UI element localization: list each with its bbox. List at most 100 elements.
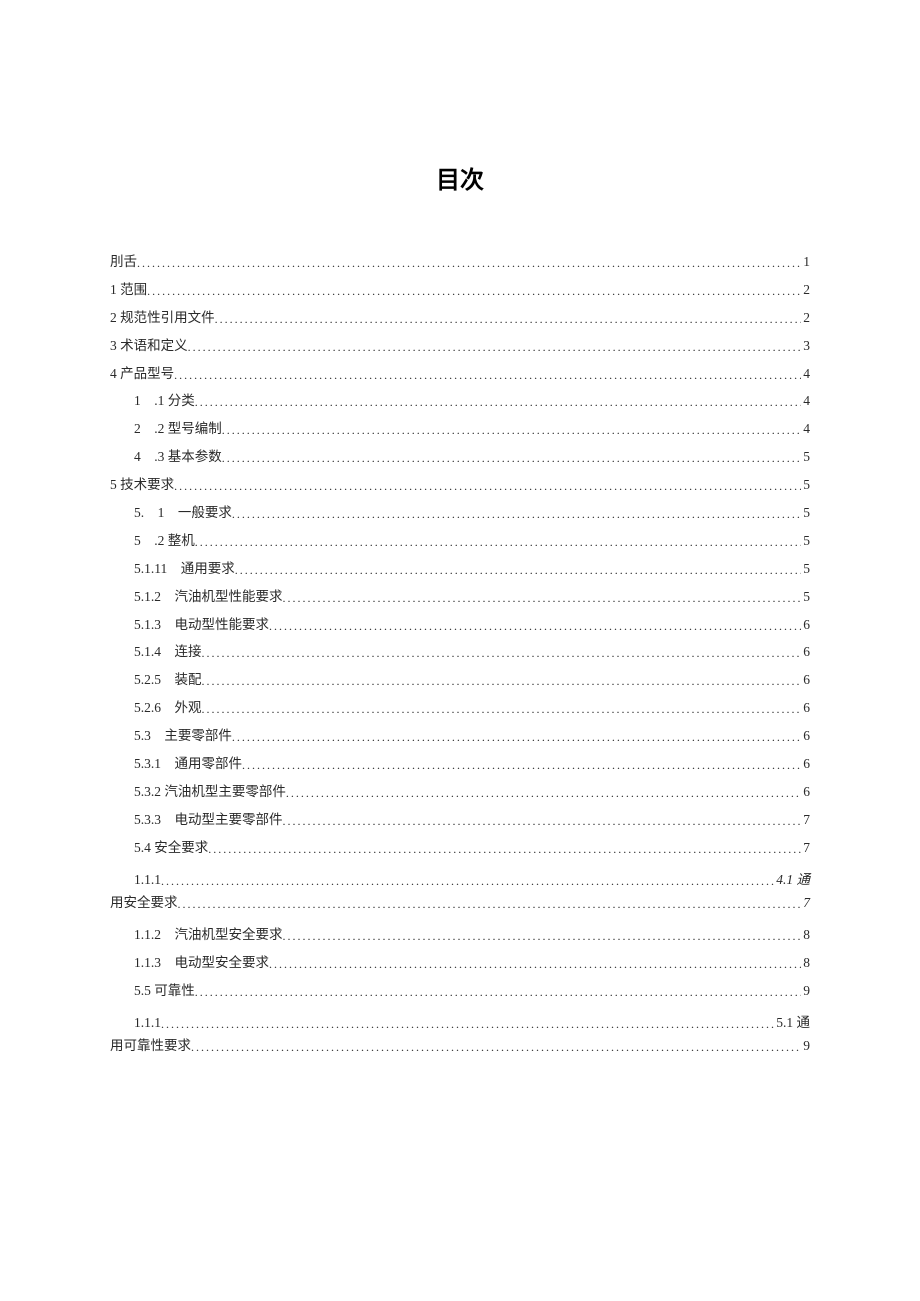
toc-leader-dots (232, 508, 801, 520)
toc-entry-label: 1.1.2 汽油机型安全要求 (134, 928, 283, 942)
toc-entry-label: 用安全要求 (110, 892, 178, 915)
toc-entry-label: 5.1.4 连接 (134, 645, 202, 659)
toc-leader-dots (242, 759, 801, 771)
toc-entry: 5 技术要求 5 (110, 478, 810, 492)
toc-page-number: 4 (801, 422, 810, 436)
toc-page-number: 6 (801, 645, 810, 659)
toc-entry: 5.3.2 汽油机型主要零部件 6 (110, 785, 810, 799)
toc-page-number: 5 (801, 590, 810, 604)
toc-entry-label: 5.3 主要零部件 (134, 729, 232, 743)
toc-entry: 5.2.6 外观 6 (110, 701, 810, 715)
toc-entry: 5 .2 整机 5 (110, 534, 810, 548)
toc-page-number: 9 (801, 984, 810, 998)
toc-entry: 5.5 可靠性 9 (110, 984, 810, 998)
toc-leader-dots (195, 396, 802, 408)
toc-leader-dots (269, 958, 801, 970)
toc-entry: 3 术语和定义 3 (110, 339, 810, 353)
toc-entry-line: 用安全要求 7 (110, 892, 810, 915)
toc-page-number: 6 (801, 701, 810, 715)
toc-page-number: 2 (801, 311, 810, 325)
toc-entry-label: 2 规范性引用文件 (110, 311, 215, 325)
toc-entry-label: 用可靠性要求 (110, 1035, 191, 1058)
toc-entry-line: 1.1.1 5.1 通 (134, 1012, 810, 1035)
toc-entry: 刖舌 1 (110, 255, 810, 269)
toc-entry-label: 1 范围 (110, 283, 147, 297)
toc-leader-dots (202, 703, 802, 715)
toc-entry: 1.1.14.1 通用安全要求 7 (110, 869, 810, 915)
toc-entry-label: 4 .3 基本参数 (134, 450, 222, 464)
toc-entry: 5.3.1 通用零部件6 (110, 757, 810, 771)
toc-leader-dots (222, 452, 802, 464)
toc-entry-label: 5.1.11 通用要求 (134, 562, 235, 576)
toc-entry-label: 5.5 可靠性 (134, 984, 195, 998)
toc-page-number: 6 (801, 785, 810, 799)
toc-entry: 2 规范性引用文件 2 (110, 311, 810, 325)
toc-leader-dots (161, 871, 774, 891)
toc-entry-label: 5 技术要求 (110, 478, 174, 492)
toc-leader-dots (208, 843, 801, 855)
toc-page-number: 6 (801, 618, 810, 632)
toc-page-number: 8 (801, 956, 810, 970)
toc-leader-dots (283, 592, 802, 604)
toc-page-fragment: 5.1 通 (774, 1012, 810, 1035)
toc-leader-dots (188, 341, 802, 353)
toc-page-number: 5 (801, 478, 810, 492)
toc-entry-label: 5 .2 整机 (134, 534, 195, 548)
toc-entry: 5.1.2 汽油机型性能要求5 (110, 590, 810, 604)
toc-entry-label: 5.4 安全要求 (134, 841, 208, 855)
table-of-contents: 刖舌11 范围22 规范性引用文件23 术语和定义34 产品型号41 .1 分类… (110, 255, 810, 1058)
toc-entry: 5.3.3 电动型主要零部件7 (110, 813, 810, 827)
toc-entry-label: 2 .2 型号编制 (134, 422, 222, 436)
toc-page-number: 5 (801, 534, 810, 548)
toc-page-number: 1 (801, 255, 810, 269)
toc-page-number: 7 (801, 841, 810, 855)
toc-title: 目次 (110, 160, 810, 195)
toc-entry-label: 1.1.1 (134, 1012, 161, 1035)
toc-entry: 4 产品型号4 (110, 367, 810, 381)
toc-leader-dots (232, 731, 801, 743)
toc-page-number: 6 (801, 673, 810, 687)
toc-page-number: 2 (801, 283, 810, 297)
toc-page-number: 9 (801, 1035, 810, 1058)
toc-page-number: 8 (801, 928, 810, 942)
toc-page-number: 5 (801, 506, 810, 520)
toc-leader-dots (283, 930, 802, 942)
toc-entry-line: 1.1.14.1 通 (134, 869, 810, 892)
toc-page-number: 6 (801, 757, 810, 771)
toc-entry-label: 1.1.3 电动型安全要求 (134, 956, 269, 970)
toc-entry: 5.1.3 电动型性能要求 6 (110, 618, 810, 632)
toc-leader-dots (222, 424, 802, 436)
toc-entry: 1 .1 分类4 (110, 394, 810, 408)
toc-entry-label: 刖舌 (110, 255, 137, 269)
toc-entry-label: 3 术语和定义 (110, 339, 188, 353)
toc-entry-label: 5.2.6 外观 (134, 701, 202, 715)
toc-entry-label: 1.1.1 (134, 869, 161, 892)
toc-leader-dots (269, 620, 801, 632)
toc-page-number: 6 (801, 729, 810, 743)
toc-leader-dots (235, 564, 802, 576)
document-page: 目次 刖舌11 范围22 规范性引用文件23 术语和定义34 产品型号41 .1… (0, 0, 920, 1132)
toc-entry-label: 4 产品型号 (110, 367, 174, 381)
toc-leader-dots (178, 894, 802, 914)
toc-leader-dots (174, 369, 801, 381)
toc-leader-dots (202, 675, 802, 687)
toc-entry: 5. 1 一般要求5 (110, 506, 810, 520)
toc-page-number: 7 (801, 813, 810, 827)
toc-page-number: 5 (801, 450, 810, 464)
toc-leader-dots (215, 313, 802, 325)
toc-entry: 2 .2 型号编制 4 (110, 422, 810, 436)
toc-page-number: 7 (801, 892, 810, 915)
toc-leader-dots (195, 986, 802, 998)
toc-leader-dots (283, 815, 802, 827)
toc-entry: 5.1.4 连接 6 (110, 645, 810, 659)
toc-entry-label: 5.3.2 汽油机型主要零部件 (134, 785, 286, 799)
toc-entry: 4 .3 基本参数 5 (110, 450, 810, 464)
toc-leader-dots (147, 285, 801, 297)
toc-entry: 1 范围 2 (110, 283, 810, 297)
toc-leader-dots (161, 1014, 774, 1034)
toc-entry: 5.4 安全要求 7 (110, 841, 810, 855)
toc-entry-label: 5.1.3 电动型性能要求 (134, 618, 269, 632)
toc-entry-label: 1 .1 分类 (134, 394, 195, 408)
toc-page-number: 3 (801, 339, 810, 353)
toc-entry: 1.1.1 5.1 通用可靠性要求 9 (110, 1012, 810, 1058)
